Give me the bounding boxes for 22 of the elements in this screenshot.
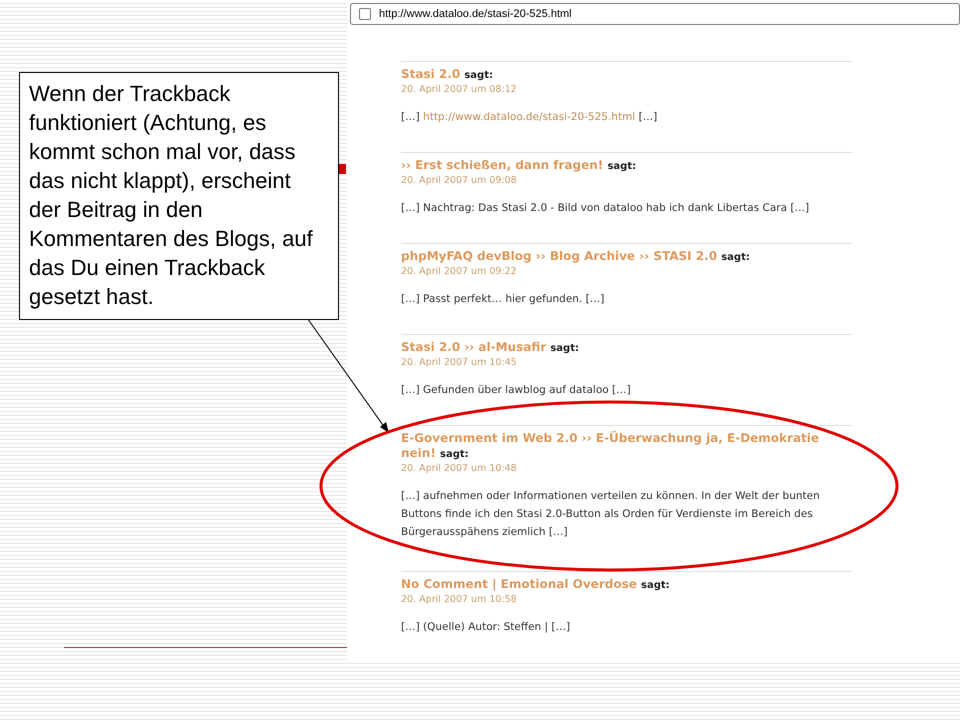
comment-heading: phpMyFAQ devBlog ›› Blog Archive ›› STASI 2.0 sagt: xyxy=(401,249,751,265)
comment-date: 20. April 2007 um 10:58 xyxy=(401,593,518,606)
comment-date: 20. April 2007 um 09:08 xyxy=(401,174,518,187)
comment-heading: ›› Erst schießen, dann fragen! sagt: xyxy=(401,158,638,174)
address-bar[interactable]: http://www.dataloo.de/stasi-20-525.html xyxy=(350,3,960,25)
comment-date: 20. April 2007 um 10:45 xyxy=(401,356,518,369)
page-icon xyxy=(359,8,371,20)
comment-heading: Stasi 2.0 sagt: xyxy=(401,67,494,83)
comment-text: […] Passt perfekt… hier gefunden. […] xyxy=(401,292,606,307)
comment-date: 20. April 2007 um 10:48 xyxy=(401,462,518,475)
comment-text: […] aufnehmen oder Informationen verteilen zu können. In der Welt der bunten Buttons finde ich den Stasi 2.0-Button als Orden für Verdienste im Bereich des Bürgerausspähens ziemlich […] xyxy=(401,489,821,540)
comment-text: […] Gefunden über lawblog auf dataloo […] xyxy=(401,383,632,398)
comment-date: 20. April 2007 um 08:12 xyxy=(401,83,518,96)
comment-heading: No Comment | Emotional Overdose sagt: xyxy=(401,577,671,593)
comment-heading: Stasi 2.0 ›› al-Musafir sagt: xyxy=(401,340,580,356)
comment-text: […] http://www.dataloo.de/stasi-20-525.html […] xyxy=(401,110,658,125)
callout-text: Wenn der Trackback funktioniert (Achtung, es kommt schon mal vor, dass das nicht klappt), erscheint der Beitrag in den Kommentaren des Blogs, auf das Du einen Trackback gesetzt hast. xyxy=(29,80,314,311)
comment-date: 20. April 2007 um 09:22 xyxy=(401,265,518,278)
comment-heading: E-Government im Web 2.0 ›› E-Überwachung ja, E-Demokratie nein! sagt: xyxy=(401,431,820,462)
comment-text: […] (Quelle) Autor: Steffen | […] xyxy=(401,620,572,635)
url-text: http://www.dataloo.de/stasi-20-525.html xyxy=(379,6,572,22)
comment-text: […] Nachtrag: Das Stasi 2.0 - Bild von dataloo hab ich dank Libertas Cara […] xyxy=(401,201,810,216)
